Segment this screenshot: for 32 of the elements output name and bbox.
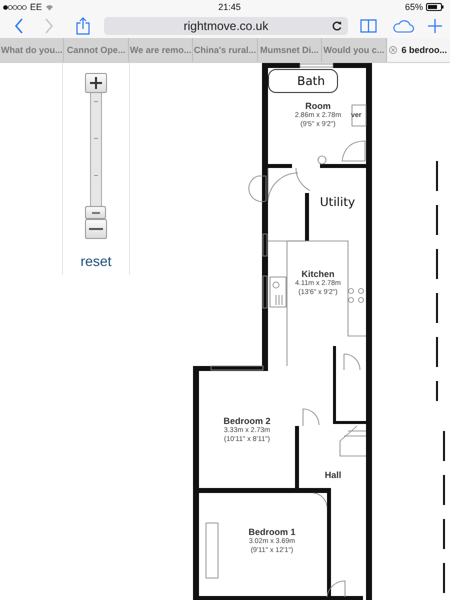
book-icon[interactable] xyxy=(360,19,377,33)
plus-icon xyxy=(89,76,103,90)
battery-icon xyxy=(426,3,444,11)
room-name: Hall xyxy=(324,470,342,482)
signal-icon xyxy=(3,4,27,10)
wifi-icon xyxy=(45,4,54,10)
room-name: Kitchen xyxy=(300,269,336,280)
share-icon[interactable] xyxy=(76,17,90,35)
address-bar[interactable]: rightmove.co.uk xyxy=(104,17,348,35)
browser-tab[interactable]: 6 bedroo... xyxy=(386,38,450,62)
browser-tab[interactable]: What do you... xyxy=(0,38,64,62)
reload-icon[interactable] xyxy=(332,21,342,31)
close-icon[interactable] xyxy=(389,46,398,54)
browser-tab[interactable]: Mumsnet Di... xyxy=(258,38,322,62)
room-name: Room xyxy=(304,101,332,112)
back-button[interactable] xyxy=(14,18,24,34)
room-name: Bedroom 2 xyxy=(224,416,270,427)
annotation-label: Bath xyxy=(268,69,338,93)
room-name: Bedroom 1 xyxy=(248,527,296,538)
clock: 21:45 xyxy=(218,2,241,12)
battery-percent: 65% xyxy=(404,2,423,12)
carrier-name: EE xyxy=(30,2,42,12)
minus-icon xyxy=(89,227,103,231)
zoom-out-button[interactable] xyxy=(85,219,107,239)
new-tab-icon[interactable] xyxy=(428,19,442,33)
cloud-icon[interactable] xyxy=(392,19,414,33)
browser-tab[interactable]: We are remo... xyxy=(128,38,194,62)
zoom-in-button[interactable] xyxy=(85,73,107,93)
slider-thumb[interactable] xyxy=(85,206,106,219)
browser-tab[interactable]: Cannot Ope... xyxy=(64,38,129,62)
reset-link[interactable]: reset xyxy=(80,253,112,269)
browser-tab[interactable]: China's rural... xyxy=(193,38,258,62)
